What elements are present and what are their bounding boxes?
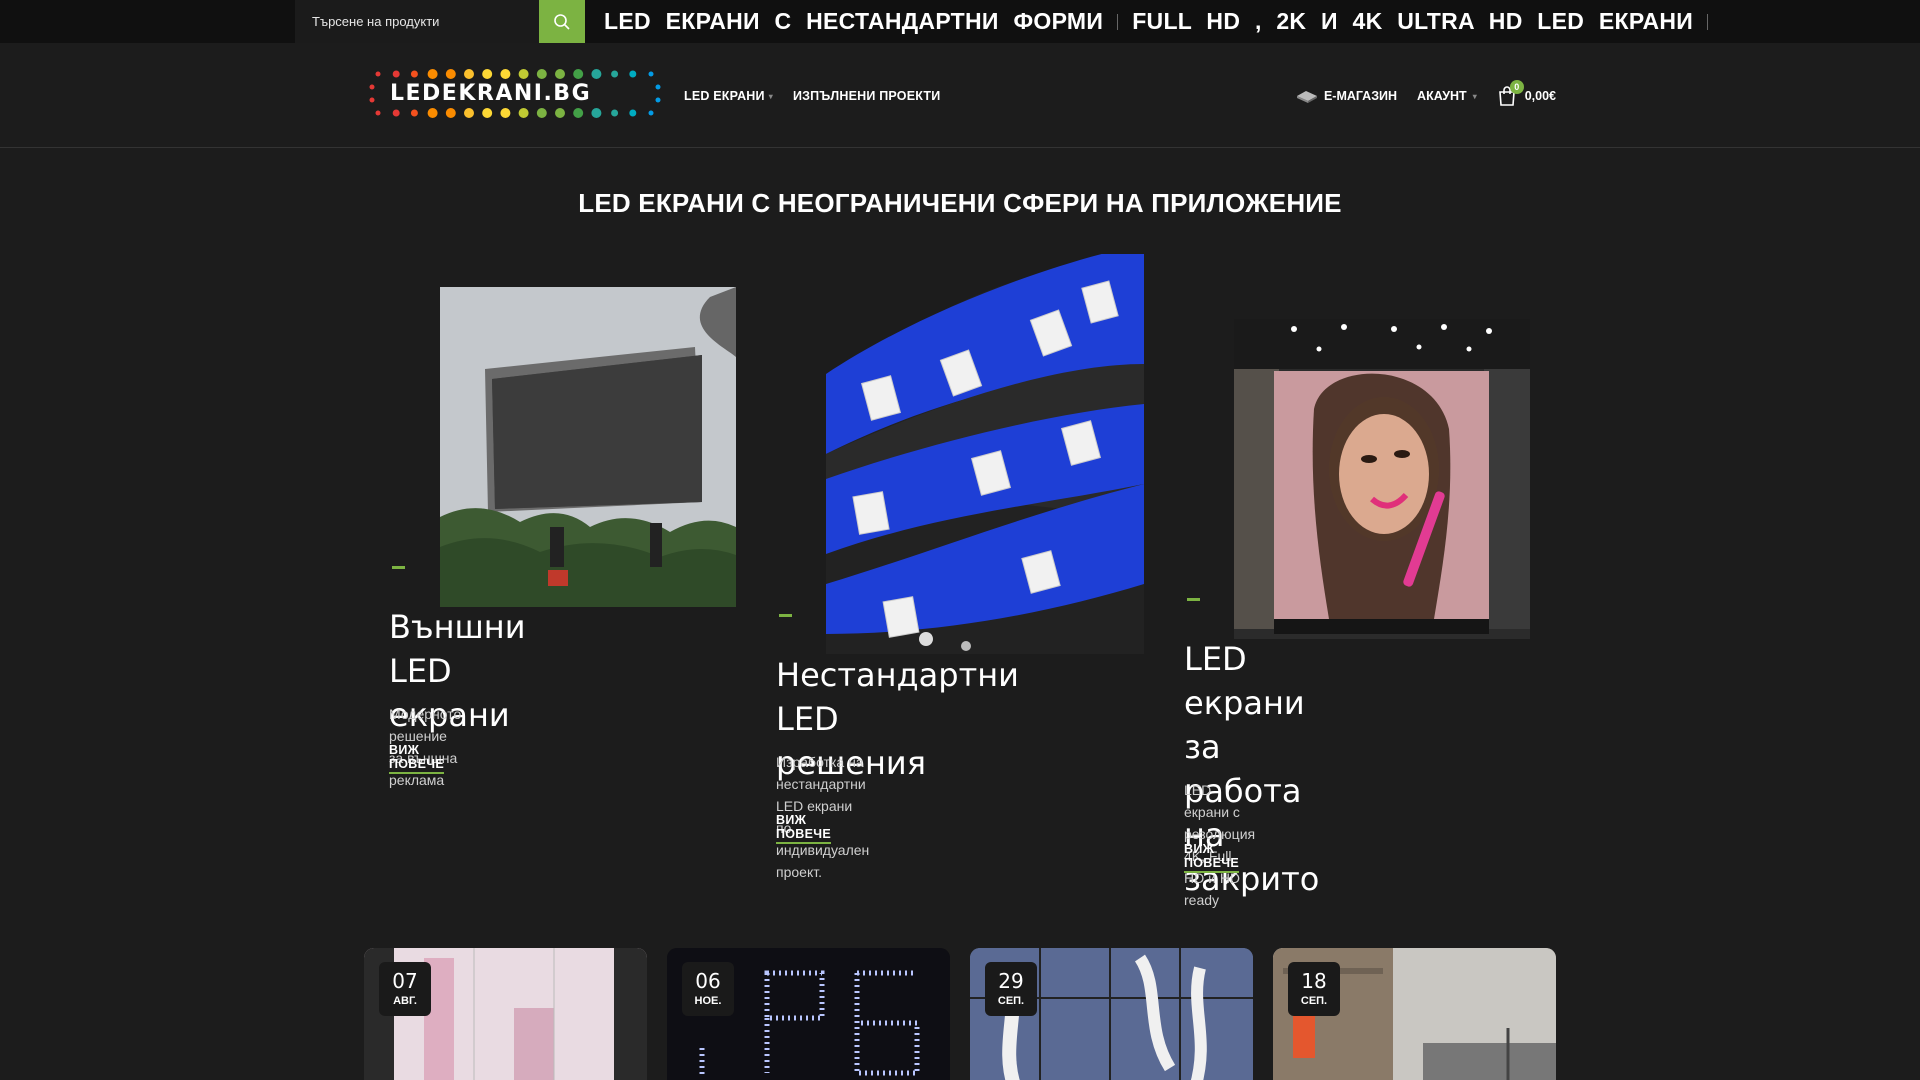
cart-button[interactable]: 0 0,00€ xyxy=(1497,80,1556,107)
post-day: 29 xyxy=(998,969,1024,993)
post-date-badge: 29 СЕП. xyxy=(985,962,1037,1016)
card-title-line: Външни LED xyxy=(389,608,526,690)
post-month: НОЕ. xyxy=(694,995,722,1007)
card-title-line: Нестандартни LED xyxy=(776,656,1019,738)
post-month: СЕП. xyxy=(1300,995,1328,1007)
logo-text: LEDEKRANI.BG xyxy=(390,81,591,106)
post-date-badge: 07 АВГ. xyxy=(379,962,431,1016)
card-accent-dash xyxy=(779,614,792,617)
nav-label: ИЗПЪЛНЕНИ ПРОЕКТИ xyxy=(792,89,941,103)
top-bar: LED ЕКРАНИ С НЕСТАНДАРТНИ ФОРМИ FULL HD … xyxy=(0,0,1920,43)
post-day: 07 xyxy=(392,969,418,993)
account-label: АКАУНТ xyxy=(1417,89,1467,103)
e-shop-link[interactable]: Е-МАГАЗИН xyxy=(1296,88,1397,104)
search-box xyxy=(295,0,540,43)
search-icon xyxy=(554,13,570,30)
main-nav: LED ЕКРАНИ ▾ ИЗПЪЛНЕНИ ПРОЕКТИ xyxy=(684,86,940,106)
search-button[interactable] xyxy=(539,0,585,43)
blog-post-card[interactable]: 29 СЕП. xyxy=(970,948,1253,1080)
curved-screen-illustration xyxy=(826,254,1144,654)
custom-led-image[interactable] xyxy=(826,254,1144,654)
logo-graphic: LEDEKRANI.BG xyxy=(369,69,661,118)
nav-item-projects[interactable]: ИЗПЪЛНЕНИ ПРОЕКТИ xyxy=(793,89,940,103)
marquee-text-2: FULL HD , 2K И 4K ULTRA HD LED ЕКРАНИ xyxy=(1132,8,1694,34)
post-day: 06 xyxy=(695,969,721,993)
post-date-badge: 06 НОЕ. xyxy=(682,962,734,1016)
card-accent-dash xyxy=(392,566,405,569)
post-date-badge: 18 СЕП. xyxy=(1288,962,1340,1016)
section-title: LED ЕКРАНИ С НЕОГРАНИЧЕНИ СФЕРИ НА ПРИЛО… xyxy=(578,188,1342,218)
e-shop-label: Е-МАГАЗИН xyxy=(1323,89,1398,103)
blog-post-card[interactable]: 07 АВГ. xyxy=(364,948,647,1080)
chevron-down-icon: ▾ xyxy=(768,91,773,101)
post-month: СЕП. xyxy=(997,995,1025,1007)
read-more-link[interactable]: ВИЖ ПОВЕЧЕ xyxy=(776,813,831,844)
promo-marquee: LED ЕКРАНИ С НЕСТАНДАРТНИ ФОРМИ FULL HD … xyxy=(604,0,1920,43)
card-description-line: ready xyxy=(1184,892,1220,908)
indoor-led-image[interactable] xyxy=(1234,319,1530,639)
read-more-link[interactable]: ВИЖ ПОВЕЧЕ xyxy=(389,743,444,774)
site-logo[interactable]: LEDEKRANI.BG xyxy=(368,69,662,119)
marquee-separator xyxy=(1707,13,1709,30)
post-month: АВГ. xyxy=(393,995,417,1007)
marquee-separator xyxy=(1117,13,1119,30)
shop-icon xyxy=(1296,91,1317,103)
post-day: 18 xyxy=(1301,969,1327,993)
card-title-line: LED екрани за xyxy=(1184,640,1305,766)
main-header: LEDEKRANI.BG LED ЕКРАНИ ▾ ИЗПЪЛНЕНИ ПРОЕ… xyxy=(0,43,1920,148)
marquee-text-1: LED ЕКРАНИ С НЕСТАНДАРТНИ ФОРМИ xyxy=(604,8,1104,34)
nav-item-led-screens[interactable]: LED ЕКРАНИ ▾ xyxy=(684,89,773,103)
read-more-link[interactable]: ВИЖ ПОВЕЧЕ xyxy=(1184,842,1239,873)
header-actions: Е-МАГАЗИН АКАУНТ ▾ 0 0,00€ xyxy=(1296,80,1556,109)
outdoor-led-image[interactable] xyxy=(440,287,736,607)
cart-count-badge: 0 xyxy=(1509,80,1524,94)
account-menu[interactable]: АКАУНТ ▾ xyxy=(1417,89,1477,103)
outdoor-screen-illustration xyxy=(440,287,736,607)
card-accent-dash xyxy=(1187,598,1200,601)
search-input[interactable] xyxy=(295,0,540,43)
blog-post-card[interactable]: 06 НОЕ. xyxy=(667,948,950,1080)
blog-post-card[interactable]: 18 СЕП. xyxy=(1273,948,1556,1080)
chevron-down-icon: ▾ xyxy=(1472,91,1477,101)
indoor-screen-illustration xyxy=(1234,319,1530,639)
card-description-line: индивидуален проект. xyxy=(776,842,870,880)
cart-total: 0,00€ xyxy=(1524,89,1556,103)
nav-label: LED ЕКРАНИ xyxy=(684,89,765,103)
